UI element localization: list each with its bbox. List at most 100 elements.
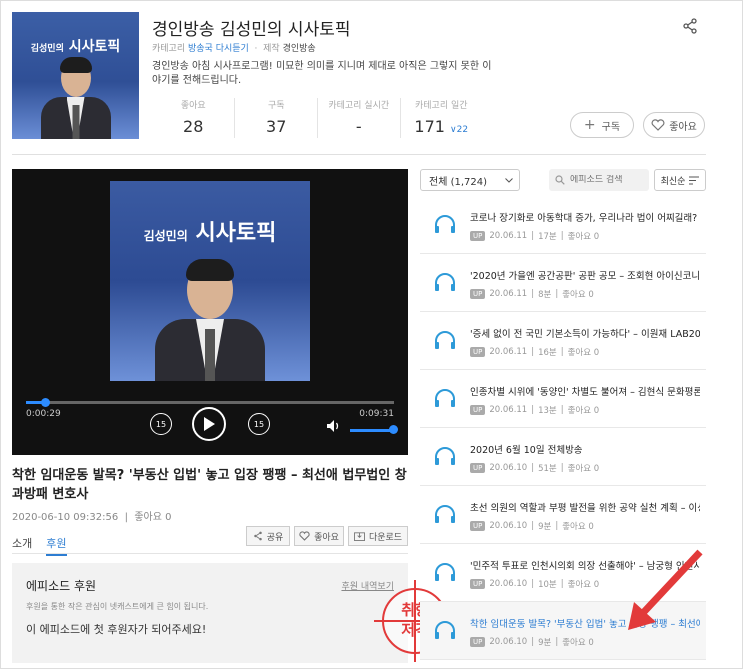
share-icon[interactable] (682, 18, 698, 34)
play-button[interactable] (192, 407, 226, 441)
channel-description: 경인방송 아침 시사프로그램! 미묘한 의미를 지니며 제대로 아직은 그렇지 … (152, 61, 492, 86)
sort-icon (689, 176, 700, 184)
episode-item-date: 20.06.10 (489, 521, 528, 531)
episode-item-meta: UP 20.06.10 | 10분 | 좋아요 0 (470, 578, 599, 590)
volume-slider[interactable] (350, 429, 394, 432)
support-note: 후원을 통한 작은 관심이 넷캐스트에게 큰 힘이 됩니다. (26, 602, 209, 611)
episode-item-likes: 좋아요 0 (567, 406, 600, 416)
subscribe-button[interactable]: + 구독 (570, 112, 634, 138)
headphones-icon (435, 331, 455, 349)
episode-share-button[interactable]: 공유 (246, 526, 290, 546)
episode-item-meta: UP 20.06.11 | 8분 | 좋아요 0 (470, 288, 594, 300)
stat-subscribers: 구독 37 (234, 98, 317, 138)
episode-item-date: 20.06.10 (489, 579, 528, 589)
tab-divider (12, 553, 408, 554)
download-icon (353, 532, 365, 541)
episode-item-date: 20.06.11 (489, 405, 528, 415)
episode-item-meta: UP 20.06.10 | 9분 | 좋아요 0 (470, 636, 594, 648)
headphones-icon (435, 215, 455, 233)
episode-item-duration: 17분 (538, 232, 557, 242)
episode-datetime: 2020-06-10 09:32:56 (12, 512, 119, 523)
episode-filter-select[interactable]: 전체 (1,724) (420, 169, 520, 191)
episode-item-likes: 좋아요 0 (567, 232, 600, 242)
episode-item-meta: UP 20.06.11 | 17분 | 좋아요 0 (470, 230, 599, 242)
up-badge: UP (470, 637, 486, 647)
episode-item-meta: UP 20.06.10 | 9분 | 좋아요 0 (470, 520, 594, 532)
forward-label: 15 (253, 419, 265, 429)
headphones-icon (435, 273, 455, 291)
episode-item-date: 20.06.11 (489, 231, 528, 241)
sort-order-button[interactable]: 최신순 (654, 169, 706, 191)
progress-bar[interactable] (26, 398, 394, 407)
headphones-icon (435, 447, 455, 465)
search-input[interactable] (570, 175, 642, 185)
stat-number: 171 (414, 117, 445, 136)
episode-item-duration: 8분 (538, 290, 552, 300)
episode-item[interactable]: 초선 의원의 역할과 부평 발전을 위한 공약 실천 계획 – 이성만 ··· U… (420, 486, 706, 544)
episode-item-title: 초선 의원의 역할과 부평 발전을 위한 공약 실천 계획 – 이성만 ··· (470, 503, 700, 514)
episode-item[interactable]: '증세 없이 전 국민 기본소득이 가능하다' – 이원재 LAB2050···… (420, 312, 706, 370)
episode-search[interactable] (549, 169, 649, 191)
stat-value: - (355, 117, 362, 136)
cover-subtitle: 김성민의 (143, 229, 188, 243)
episode-item-title: 인종차별 시위에 '동양인' 차별도 불어져 – 김현식 문화평론가 (470, 387, 700, 398)
stat-label: 카테고리 일간 (414, 101, 468, 111)
category-label: 카테고리 (152, 44, 186, 54)
volume-icon[interactable] (326, 419, 342, 433)
stat-value: 171 ∨22 (401, 117, 483, 136)
annotation-arrow (628, 549, 703, 630)
progress-knob[interactable] (40, 398, 50, 407)
episode-item-duration: 13분 (538, 406, 557, 416)
episode-item[interactable]: '2020년 가을엔 공간공판' 공판 공모 – 조회현 아이신코니에··· UP… (420, 254, 706, 312)
episode-item-title: '2020년 가을엔 공간공판' 공판 공모 – 조회현 아이신코니에··· (470, 271, 700, 282)
episode-item-likes: 좋아요 0 (567, 348, 600, 358)
order-label: 최신순 (660, 176, 686, 187)
episode-item-likes: 좋아요 0 (562, 290, 594, 300)
share-icon (253, 531, 262, 541)
stat-value: 37 (266, 117, 287, 136)
episode-item-likes: 좋아요 0 (567, 580, 600, 590)
support-message: 이 에피소드에 첫 후원자가 되어주세요! (26, 623, 207, 636)
episode-item[interactable]: 코로나 장기화로 아동학대 증가, 우리나라 법이 어찌길래? – ··· UP 2… (420, 196, 706, 254)
headphones-icon (435, 563, 455, 581)
up-badge: UP (470, 405, 486, 415)
up-badge: UP (470, 347, 486, 357)
episode-item[interactable]: 2020년 6월 10일 전체방송 UP 20.06.10 | 51분 | 좋아요 0 (420, 428, 706, 486)
stat-label: 구독 (267, 101, 285, 111)
category-link[interactable]: 방송국 다시듣기 (188, 44, 249, 54)
up-badge: UP (470, 463, 486, 473)
up-badge: UP (470, 231, 486, 241)
channel-stats: 좋아요 28 구독 37 카테고리 실시간 - 카테고리 일간 171 ∨22 (152, 98, 482, 138)
heart-icon (299, 531, 310, 541)
download-button[interactable]: 다운로드 (348, 526, 408, 546)
channel-title: 경인방송 김성민의 시사토픽 (152, 20, 351, 40)
rewind-label: 15 (155, 419, 167, 429)
episode-item[interactable]: 인종차별 시위에 '동양인' 차별도 불어져 – 김현식 문화평론가 UP 20.0… (420, 370, 706, 428)
stat-label: 카테고리 실시간 (328, 101, 390, 111)
up-badge: UP (470, 521, 486, 531)
episode-item-title: 코로나 장기화로 아동학대 증가, 우리나라 법이 어찌길래? – ··· (470, 213, 700, 224)
channel-thumbnail[interactable]: 김성민의 시사토픽 (12, 12, 139, 139)
host-photo (40, 57, 111, 139)
episode-date: 2020-06-10 09:32:56 | 좋아요 0 (12, 512, 172, 523)
forward-15-button[interactable]: 15 (248, 413, 270, 435)
subscribe-label: 구독 (601, 121, 621, 133)
headphones-icon (435, 389, 455, 407)
share-label: 공유 (266, 532, 284, 543)
total-time: 0:09:31 (359, 409, 394, 419)
episode-title: 착한 임대운동 발목? '부동산 입법' 놓고 입장 팽팽 – 최선애 법무법인… (12, 468, 407, 502)
plus-icon: + (583, 117, 596, 133)
episode-item-title: 2020년 6월 10일 전체방송 (470, 445, 583, 456)
stat-label: 좋아요 (180, 101, 206, 111)
stat-likes: 좋아요 28 (152, 98, 234, 138)
channel-like-button[interactable]: 좋아요 (643, 112, 705, 138)
episode-item-meta: UP 20.06.10 | 51분 | 좋아요 0 (470, 462, 599, 474)
audio-player: 김성민의 시사토픽 0:00:29 0:09:31 15 15 (12, 169, 408, 455)
volume-knob[interactable] (389, 425, 398, 434)
episode-item-date: 20.06.10 (489, 463, 528, 473)
like-label: 좋아요 (669, 121, 697, 133)
episode-like-button[interactable]: 좋아요 (294, 526, 344, 546)
rewind-15-button[interactable]: 15 (150, 413, 172, 435)
episode-item-duration: 16분 (538, 348, 557, 358)
episode-item-date: 20.06.10 (489, 637, 528, 647)
